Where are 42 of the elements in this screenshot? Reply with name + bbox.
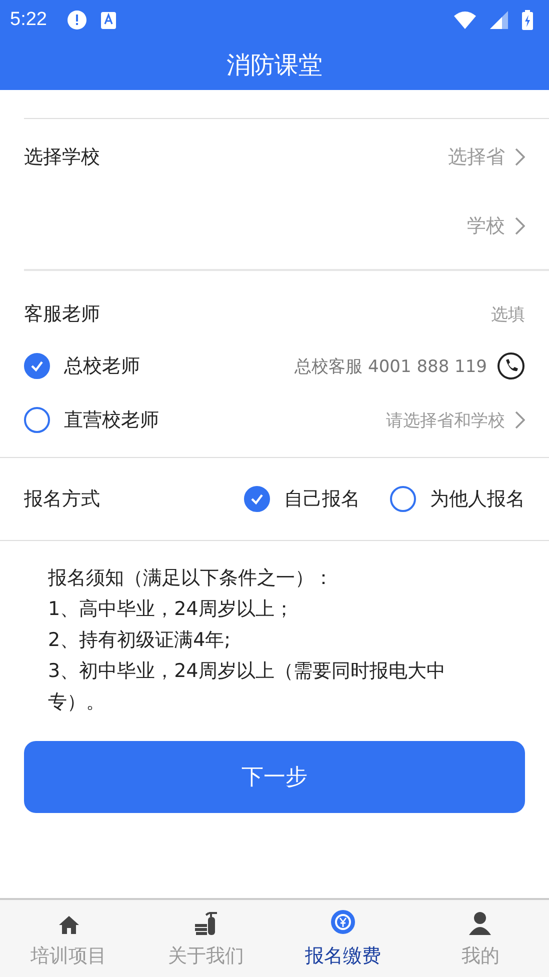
notice-text: 2、持有初级证满4年; <box>48 628 232 653</box>
notice-text: 1、高中毕业，24周岁以上； <box>48 597 294 622</box>
wifi-icon <box>454 11 476 29</box>
option-label: 自己报名 <box>284 487 360 512</box>
chevron-icon <box>515 217 525 235</box>
next-button[interactable]: 下一步 <box>24 741 525 813</box>
radio-button[interactable] <box>24 353 50 379</box>
tab[interactable]: 我的 <box>412 900 549 977</box>
page-title: 消防课堂 <box>226 50 322 81</box>
school-picker[interactable]: 请选择省和学校 <box>386 408 525 432</box>
radio-button[interactable] <box>390 486 416 512</box>
clock: 5:22 <box>10 9 47 31</box>
home-icon <box>58 915 80 935</box>
phone-icon[interactable] <box>497 352 525 380</box>
hotline-text: 总校客服 4001 888 119 <box>294 356 487 378</box>
school-picker[interactable]: 学校 <box>467 213 525 239</box>
field-label: 选择学校 <box>24 145 100 170</box>
signal-icon <box>490 11 508 29</box>
option-label: 总校老师 <box>64 354 140 379</box>
alert-icon <box>66 10 87 30</box>
yen-payment-icon <box>330 909 356 935</box>
chevron-icon <box>515 148 525 166</box>
check-icon <box>30 359 44 373</box>
radio-button[interactable] <box>24 407 50 433</box>
extinguisher-icon <box>194 909 218 935</box>
battery-icon <box>522 10 533 30</box>
keyboard-icon <box>100 12 116 28</box>
tab[interactable]: 培训项目 <box>0 900 138 977</box>
chevron-icon <box>515 411 525 429</box>
notice-text: 3、初中毕业，24周岁以上（需要同时报电大中专）。 <box>48 659 446 715</box>
province-picker[interactable]: 选择省 <box>448 144 525 170</box>
optional-hint: 选填 <box>491 304 525 326</box>
option-label: 为他人报名 <box>430 487 525 512</box>
field-label: 客服老师 <box>24 302 100 327</box>
person-icon <box>468 911 492 935</box>
field-label: 报名方式 <box>24 487 100 512</box>
tab[interactable]: 报名缴费 <box>274 900 412 977</box>
radio-button[interactable] <box>244 486 270 512</box>
option-label: 直营校老师 <box>64 408 159 433</box>
tab[interactable]: 关于我们 <box>137 900 274 977</box>
check-icon <box>250 492 264 506</box>
notice-text: 报名须知（满足以下条件之一）： <box>48 566 334 591</box>
